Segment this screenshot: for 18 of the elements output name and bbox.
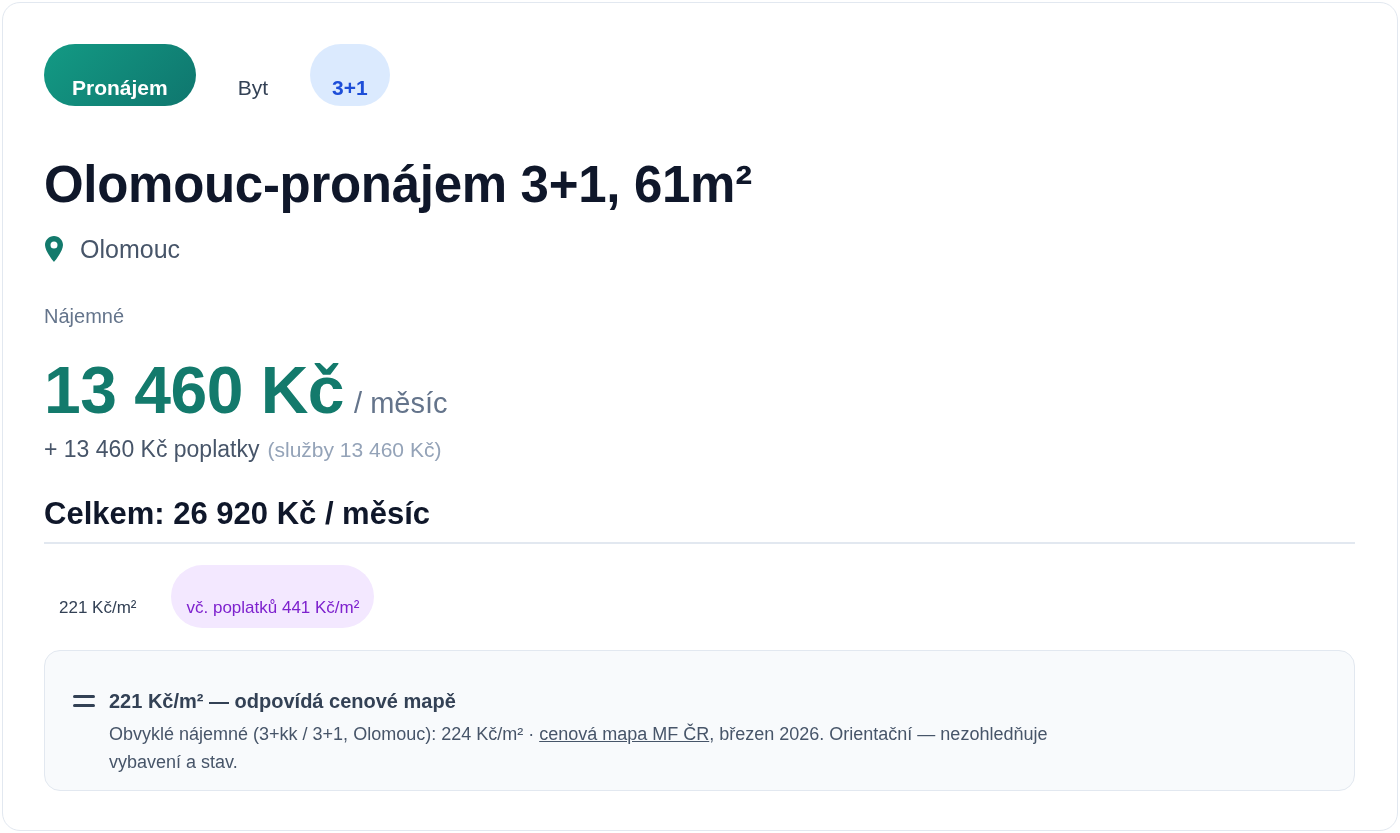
- price-per-m2-with-fees-tag: vč. poplatků 441 Kč/m²: [171, 565, 375, 628]
- listing-type-tag: Pronájem: [44, 44, 196, 106]
- location-text: Olomouc: [80, 234, 181, 264]
- price-map-heading: 221 Kč/m² — odpovídá cenové mapě: [109, 689, 456, 714]
- property-type-label: Byt: [236, 75, 270, 101]
- listing-title: Olomouc-pronájem 3+1, 61m²: [44, 156, 753, 214]
- fees-amount: + 13 460 Kč poplatky: [44, 435, 260, 464]
- location-pin-icon: [45, 236, 63, 262]
- equals-icon: [73, 695, 95, 707]
- price-map-link[interactable]: cenová mapa MF ČR: [539, 724, 710, 744]
- price-map-note: Obvyklé nájemné (3+kk / 3+1, Olomouc): 224 Kč/m² · cenová mapa MF ČR, březen 2026. Orientační — nezohledňuje vybavení a stav.: [109, 722, 1049, 774]
- rent-amount: 13 460 Kč: [44, 354, 345, 426]
- rent-label: Nájemné: [44, 304, 126, 328]
- fees-note: (služby 13 460 Kč): [267, 438, 442, 462]
- total-price: Celkem: 26 920 Kč / měsíc: [44, 496, 432, 532]
- price-per-m2-label: 221 Kč/m²: [58, 597, 138, 619]
- rent-period: / měsíc: [354, 387, 448, 420]
- layout-tag: 3+1: [310, 44, 390, 106]
